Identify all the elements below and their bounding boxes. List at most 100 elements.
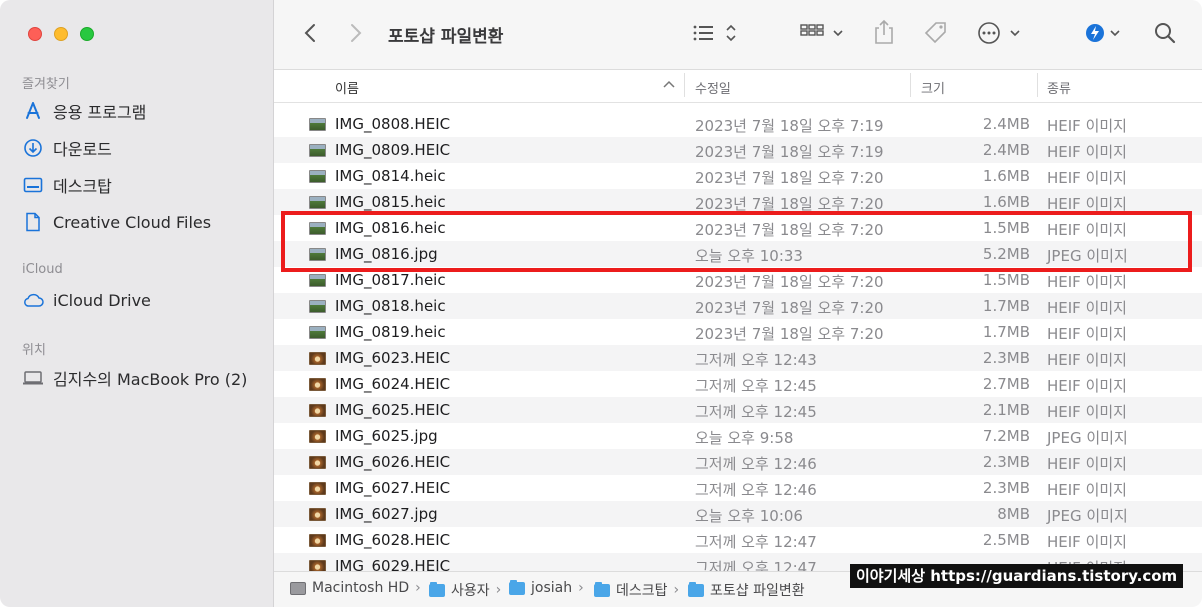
image-thumbnail-icon: [309, 378, 326, 391]
icloud-header: iCloud: [22, 262, 63, 277]
hard-drive-icon: [290, 581, 306, 595]
breadcrumb-item[interactable]: josiah ›: [509, 579, 584, 596]
forward-button[interactable]: [344, 22, 368, 48]
column-divider[interactable]: [1037, 73, 1038, 97]
file-name: IMG_0816.heic: [335, 219, 446, 237]
ellipsis-circle-icon: [977, 21, 1025, 49]
chevron-right-icon: ›: [578, 580, 584, 596]
breadcrumb-label: 데스크탑: [616, 583, 668, 599]
file-date: 그저께 오후 12:45: [695, 377, 817, 395]
image-thumbnail-icon: [309, 534, 326, 547]
table-row[interactable]: IMG_6026.HEIC 그저께 오후 12:46 2.3MB HEIF 이미지: [274, 449, 1202, 475]
table-row[interactable]: IMG_6027.jpg 오늘 오후 10:06 8MB JPEG 이미지: [274, 501, 1202, 527]
favorites-header: 즐겨찾기: [22, 77, 70, 92]
sidebar-item-applications[interactable]: 응용 프로그램: [22, 98, 146, 124]
file-name: IMG_0818.heic: [335, 297, 446, 315]
table-row[interactable]: IMG_6023.HEIC 그저께 오후 12:43 2.3MB HEIF 이미지: [274, 345, 1202, 371]
watermark: 이야기세상 https://guardians.tistory.com: [850, 564, 1184, 588]
file-date: 그저께 오후 12:43: [695, 351, 817, 369]
column-size[interactable]: 크기: [921, 78, 945, 97]
zoom-button[interactable]: [80, 27, 94, 41]
file-size: 2.3MB: [982, 349, 1030, 367]
back-button[interactable]: [298, 22, 322, 48]
close-button[interactable]: [28, 27, 42, 41]
sidebar-item-icloud-drive[interactable]: iCloud Drive: [22, 287, 151, 313]
breadcrumb-item[interactable]: 포토샵 파일변환: [688, 580, 805, 600]
column-name[interactable]: 이름: [335, 78, 359, 97]
file-date: 오늘 오후 9:58: [695, 429, 794, 447]
table-row[interactable]: IMG_0818.heic 2023년 7월 18일 오후 7:20 1.7MB HE…: [274, 293, 1202, 319]
table-row[interactable]: IMG_0819.heic 2023년 7월 18일 오후 7:20 1.7MB HE…: [274, 319, 1202, 345]
image-thumbnail-icon: [309, 222, 326, 235]
table-row[interactable]: IMG_0816.heic 2023년 7월 18일 오후 7:20 1.5MB HE…: [274, 215, 1202, 241]
table-row[interactable]: IMG_0816.jpg 오늘 오후 10:33 5.2MB JPEG 이미지: [274, 241, 1202, 267]
file-kind: HEIF 이미지: [1047, 455, 1127, 473]
breadcrumb-item[interactable]: Macintosh HD ›: [290, 580, 421, 596]
file-date: 2023년 7월 18일 오후 7:20: [695, 195, 884, 213]
search-button[interactable]: [1152, 22, 1178, 48]
file-date: 그저께 오후 12:46: [695, 455, 817, 473]
image-thumbnail-icon: [309, 404, 326, 417]
table-row[interactable]: IMG_6027.HEIC 그저께 오후 12:46 2.3MB HEIF 이미지: [274, 475, 1202, 501]
sidebar-item-label: Creative Cloud Files: [53, 212, 212, 232]
file-size: 2.7MB: [982, 375, 1030, 393]
applications-icon: [22, 100, 44, 122]
action-button[interactable]: [976, 22, 1026, 48]
file-size: 5.2MB: [982, 245, 1030, 263]
file-date: 오늘 오후 10:33: [695, 247, 803, 265]
file-name: IMG_0815.heic: [335, 193, 446, 211]
sidebar-item-label: 다운로드: [53, 140, 112, 159]
window-controls: [28, 27, 94, 41]
toolbar: 포토샵 파일변환: [274, 0, 1202, 70]
column-divider[interactable]: [910, 73, 911, 97]
folder-icon: [429, 581, 445, 597]
table-row[interactable]: IMG_6025.HEIC 그저께 오후 12:45 2.1MB HEIF 이미지: [274, 397, 1202, 423]
table-row[interactable]: IMG_0815.heic 2023년 7월 18일 오후 7:20 1.6MB HE…: [274, 189, 1202, 215]
sidebar: 즐겨찾기 응용 프로그램 다운로드 데스크탑 Creative Cloud Fi…: [0, 0, 274, 607]
table-row[interactable]: IMG_6025.jpg 오늘 오후 9:58 7.2MB JPEG 이미지: [274, 423, 1202, 449]
table-row[interactable]: IMG_0808.HEIC 2023년 7월 18일 오후 7:19 2.4MB HE…: [274, 111, 1202, 137]
share-button[interactable]: [872, 19, 896, 48]
table-row[interactable]: IMG_6028.HEIC 그저께 오후 12:47 2.5MB HEIF 이미지: [274, 527, 1202, 553]
file-name: IMG_0814.heic: [335, 167, 446, 185]
chevron-right-icon: ›: [495, 582, 502, 598]
file-size: 1.7MB: [982, 323, 1030, 341]
file-name: IMG_0808.HEIC: [335, 115, 451, 133]
folder-icon: [594, 581, 610, 597]
file-size: 7.2MB: [982, 427, 1030, 445]
table-row[interactable]: IMG_0814.heic 2023년 7월 18일 오후 7:20 1.6MB HE…: [274, 163, 1202, 189]
airdrop-button[interactable]: [1082, 22, 1126, 48]
column-kind[interactable]: 종류: [1047, 78, 1071, 97]
file-name: IMG_6023.HEIC: [335, 349, 451, 367]
tag-button[interactable]: [922, 21, 950, 49]
file-name: IMG_0816.jpg: [335, 245, 438, 263]
column-header: 이름 수정일 크기 종류: [274, 70, 1202, 103]
column-modified[interactable]: 수정일: [695, 78, 731, 97]
sidebar-item-macbook[interactable]: 김지수의 MacBook Pro (2): [22, 365, 247, 391]
sidebar-item-desktop[interactable]: 데스크탑: [22, 172, 112, 198]
view-options-button[interactable]: [688, 22, 740, 48]
table-row[interactable]: IMG_6024.HEIC 그저께 오후 12:45 2.7MB HEIF 이미지: [274, 371, 1202, 397]
column-divider[interactable]: [684, 73, 685, 97]
image-thumbnail-icon: [309, 352, 326, 365]
table-row[interactable]: IMG_0809.HEIC 2023년 7월 18일 오후 7:19 2.4MB HE…: [274, 137, 1202, 163]
sidebar-item-label: 김지수의 MacBook Pro (2): [53, 370, 248, 389]
file-kind: HEIF 이미지: [1047, 143, 1127, 161]
tag-icon: [923, 20, 949, 50]
image-thumbnail-icon: [309, 248, 326, 261]
sidebar-item-label: 응용 프로그램: [53, 103, 147, 122]
document-icon: [22, 211, 44, 233]
sidebar-item-creative-cloud[interactable]: Creative Cloud Files: [22, 209, 211, 235]
sidebar-item-downloads[interactable]: 다운로드: [22, 135, 112, 161]
minimize-button[interactable]: [54, 27, 68, 41]
file-size: 2.5MB: [982, 531, 1030, 549]
list-view-icon: [690, 22, 738, 48]
image-thumbnail-icon: [309, 508, 326, 521]
sort-ascending-icon[interactable]: [663, 78, 675, 93]
breadcrumb-item[interactable]: 데스크탑 ›: [594, 580, 679, 600]
table-row[interactable]: IMG_0817.heic 2023년 7월 18일 오후 7:20 1.5MB HE…: [274, 267, 1202, 293]
group-button[interactable]: [798, 22, 848, 48]
image-thumbnail-icon: [309, 326, 326, 339]
breadcrumb-item[interactable]: 사용자 ›: [429, 580, 501, 600]
file-name: IMG_6027.jpg: [335, 505, 438, 523]
